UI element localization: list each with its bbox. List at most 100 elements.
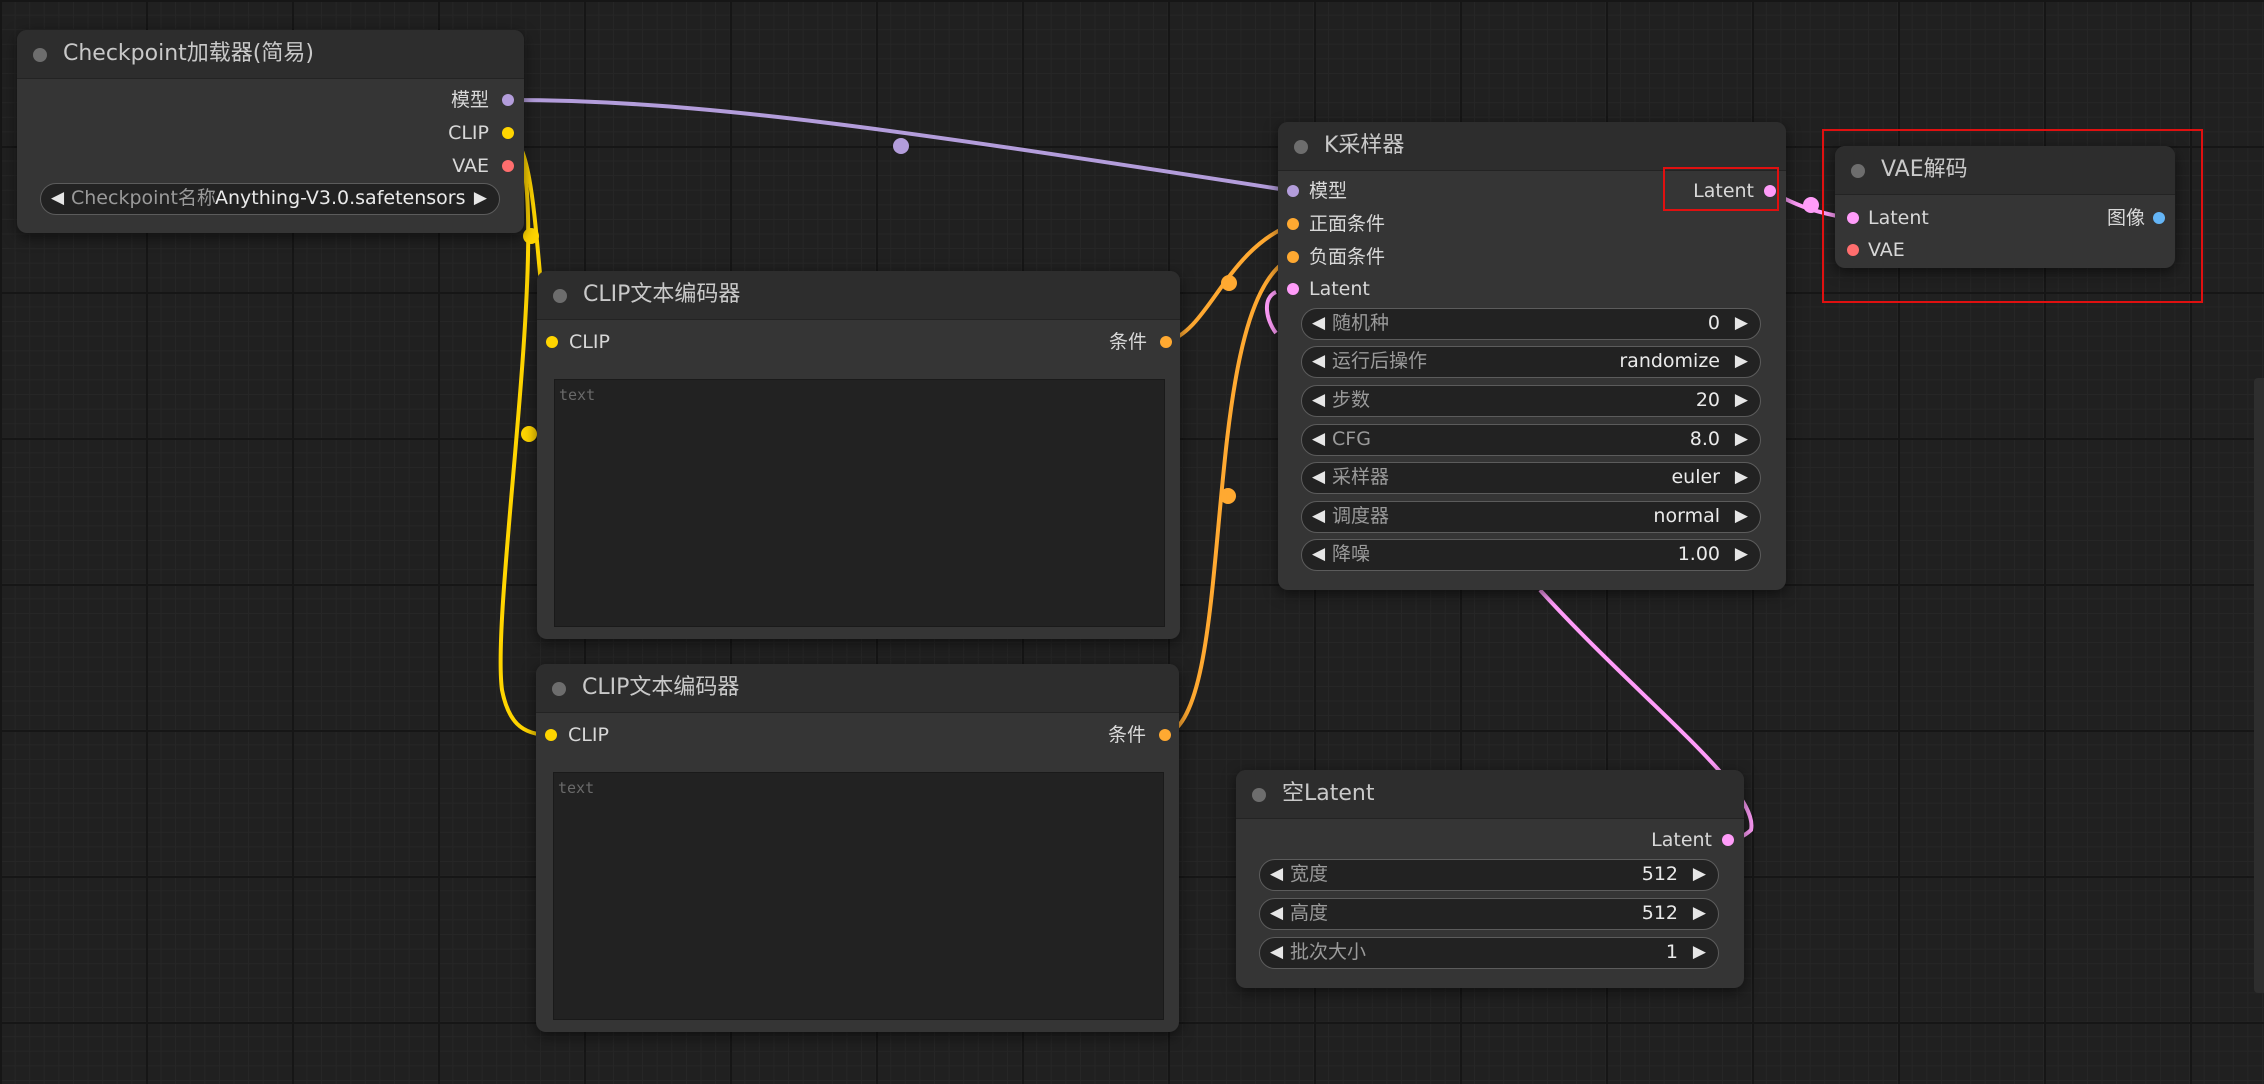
input-label-latent: Latent [1309,278,1370,300]
link-latent-to-vae-midpoint[interactable] [1803,197,1819,213]
input-label-clip: CLIP [568,724,609,746]
output-slot-conditioning[interactable] [1160,336,1172,348]
prompt-textarea[interactable]: text [554,379,1165,627]
node-title-bar[interactable]: CLIP文本编码器 [536,664,1179,713]
decrement-arrow-icon[interactable]: ◀ [1270,899,1283,928]
node-title-bar[interactable]: 空Latent [1236,770,1744,819]
input-slot-clip[interactable] [545,729,557,741]
widget-label: 随机种 [1332,312,1390,334]
decrement-arrow-icon[interactable]: ◀ [1312,463,1325,492]
widget-label: 批次大小 [1290,941,1367,963]
node-title-bar[interactable]: Checkpoint加载器(简易) [17,30,524,79]
increment-arrow-icon[interactable]: ▶ [1735,386,1748,415]
link-clip-negative-midpoint[interactable] [521,426,537,442]
decrement-arrow-icon[interactable]: ◀ [51,184,64,213]
node-title: CLIP文本编码器 [582,675,740,700]
output-label-latent: Latent [1693,180,1754,202]
increment-arrow-icon[interactable]: ▶ [1693,938,1706,967]
checkpoint-name-combo[interactable]: ◀ Checkpoint名称 Anything-V3.0.safetensors… [40,183,500,215]
cfg-widget[interactable]: ◀ CFG 8.0 ▶ [1301,424,1761,456]
output-slot-model[interactable] [502,94,514,106]
increment-arrow-icon[interactable]: ▶ [1735,347,1748,376]
decrement-arrow-icon[interactable]: ◀ [1312,540,1325,569]
widget-label: 高度 [1290,902,1329,924]
decrement-arrow-icon[interactable]: ◀ [1270,938,1283,967]
collapse-dot-icon[interactable] [553,289,567,303]
sampler-name-widget[interactable]: ◀ 采样器 euler ▶ [1301,462,1761,494]
node-title-bar[interactable]: K采样器 [1278,122,1786,171]
input-slot-vae[interactable] [1847,244,1859,256]
clip-text-encoder-positive-node[interactable]: CLIP文本编码器 CLIP 条件 text [537,271,1180,639]
increment-arrow-icon[interactable]: ▶ [1693,860,1706,889]
denoise-widget[interactable]: ◀ 降噪 1.00 ▶ [1301,539,1761,571]
output-slot-latent[interactable] [1722,834,1734,846]
output-label-image: 图像 [2106,207,2145,229]
increment-arrow-icon[interactable]: ▶ [1735,309,1748,338]
decrement-arrow-icon[interactable]: ◀ [1312,347,1325,376]
widget-value: 512 [1641,863,1678,885]
link-cond-positive-midpoint[interactable] [1221,275,1237,291]
widget-value: euler [1671,466,1720,488]
link-cond-negative[interactable] [1164,255,1294,737]
decrement-arrow-icon[interactable]: ◀ [1270,860,1283,889]
output-slot-latent[interactable] [1764,185,1776,197]
prompt-textarea[interactable]: text [553,772,1164,1020]
decrement-arrow-icon[interactable]: ◀ [1312,386,1325,415]
link-cond-positive[interactable] [1165,222,1294,344]
output-label-clip: CLIP [448,122,489,144]
link-clip-positive-midpoint[interactable] [523,228,539,244]
output-slot-vae[interactable] [502,160,514,172]
collapse-dot-icon[interactable] [33,48,47,62]
output-slot-clip[interactable] [502,127,514,139]
increment-arrow-icon[interactable]: ▶ [1735,425,1748,454]
width-widget[interactable]: ◀ 宽度 512 ▶ [1259,859,1719,891]
input-slot-latent[interactable] [1287,283,1299,295]
input-slot-model[interactable] [1287,185,1299,197]
widget-value: normal [1653,505,1720,527]
increment-arrow-icon[interactable]: ▶ [1735,502,1748,531]
widget-label: CFG [1332,428,1371,450]
collapse-dot-icon[interactable] [1851,164,1865,178]
node-title-bar[interactable]: CLIP文本编码器 [537,271,1180,320]
collapse-dot-icon[interactable] [552,682,566,696]
seed-widget[interactable]: ◀ 随机种 0 ▶ [1301,308,1761,340]
output-label-latent: Latent [1651,829,1712,851]
widget-value: 0 [1707,312,1720,334]
node-title-bar[interactable]: VAE解码 [1835,146,2175,195]
input-slot-clip[interactable] [546,336,558,348]
scheduler-widget[interactable]: ◀ 调度器 normal ▶ [1301,501,1761,533]
link-model-midpoint[interactable] [893,138,909,154]
batch-size-widget[interactable]: ◀ 批次大小 1 ▶ [1259,937,1719,969]
input-slot-latent[interactable] [1847,212,1859,224]
link-cond-negative-midpoint[interactable] [1220,488,1236,504]
widget-value: Anything-V3.0.safetensors [215,187,466,209]
height-widget[interactable]: ◀ 高度 512 ▶ [1259,898,1719,930]
decrement-arrow-icon[interactable]: ◀ [1312,425,1325,454]
widget-value: 512 [1641,902,1678,924]
input-slot-positive[interactable] [1287,218,1299,230]
vae-decode-node[interactable]: VAE解码 Latent VAE 图像 [1835,146,2175,268]
steps-widget[interactable]: ◀ 步数 20 ▶ [1301,385,1761,417]
collapse-dot-icon[interactable] [1294,140,1308,154]
increment-arrow-icon[interactable]: ▶ [1735,463,1748,492]
increment-arrow-icon[interactable]: ▶ [1735,540,1748,569]
checkpoint-loader-node[interactable]: Checkpoint加载器(简易) 模型 CLIP VAE ◀ Checkpoi… [17,30,524,233]
input-slot-negative[interactable] [1287,251,1299,263]
side-panel-edge[interactable] [2254,378,2264,993]
input-label-vae: VAE [1868,239,1905,261]
ksampler-node[interactable]: K采样器 模型 正面条件 负面条件 Latent Latent ◀ 随机种 0 … [1278,122,1786,590]
clip-text-encoder-negative-node[interactable]: CLIP文本编码器 CLIP 条件 text [536,664,1179,1032]
collapse-dot-icon[interactable] [1252,788,1266,802]
increment-arrow-icon[interactable]: ▶ [1693,899,1706,928]
output-slot-conditioning[interactable] [1159,729,1171,741]
input-label-clip: CLIP [569,331,610,353]
link-model[interactable] [509,98,1294,193]
decrement-arrow-icon[interactable]: ◀ [1312,309,1325,338]
output-slot-image[interactable] [2153,212,2165,224]
increment-arrow-icon[interactable]: ▶ [474,184,487,213]
decrement-arrow-icon[interactable]: ◀ [1312,502,1325,531]
link-latent-to-sampler-stub[interactable] [1265,290,1278,335]
widget-label: 运行后操作 [1332,350,1428,372]
control-after-generate-widget[interactable]: ◀ 运行后操作 randomize ▶ [1301,346,1761,378]
empty-latent-node[interactable]: 空Latent Latent ◀ 宽度 512 ▶ ◀ 高度 512 ▶ ◀ 批… [1236,770,1744,988]
